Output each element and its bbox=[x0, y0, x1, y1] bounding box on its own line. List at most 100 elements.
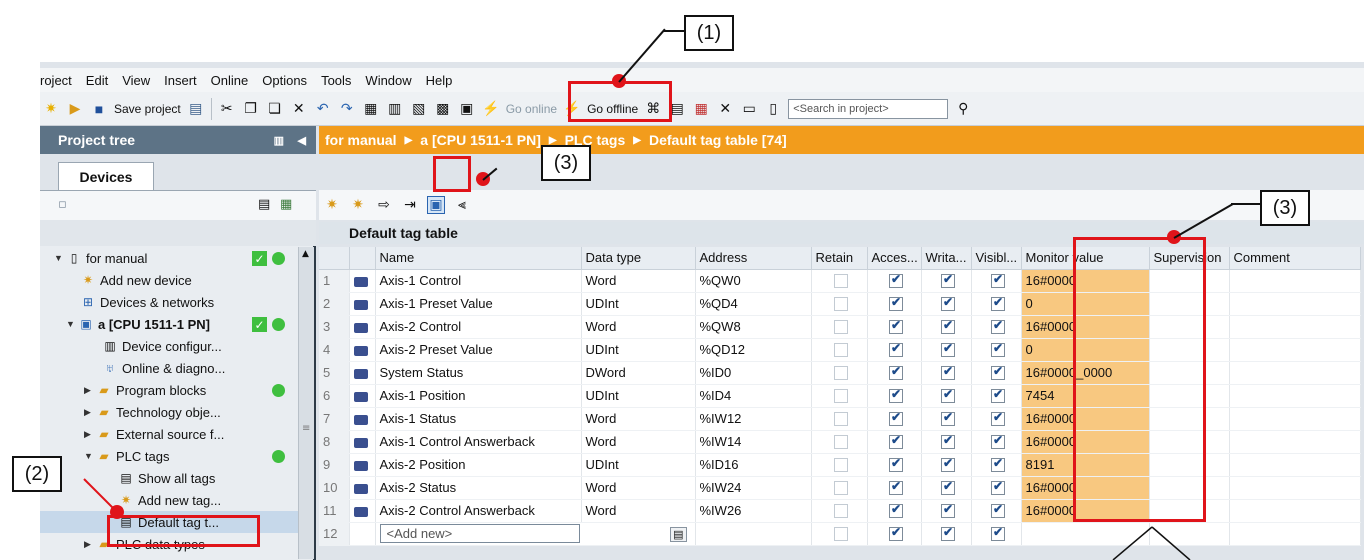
add-row-icon[interactable]: ✷ bbox=[349, 196, 367, 214]
tag-name[interactable]: System Status bbox=[375, 361, 582, 385]
tree-item-plc-tags[interactable]: ▼ ▰ PLC tags bbox=[40, 445, 302, 467]
tag-table-settings-icon[interactable]: ⫷ bbox=[453, 196, 471, 214]
menu-online[interactable]: Online bbox=[211, 73, 249, 88]
tag-address[interactable]: %QW8 bbox=[695, 315, 812, 339]
tree-item-technology-objects[interactable]: ▶ ▰ Technology obje... bbox=[40, 401, 302, 423]
tag-address[interactable]: %ID4 bbox=[695, 384, 812, 408]
tag-address[interactable]: %ID16 bbox=[695, 453, 812, 477]
tag-data-type[interactable]: UDInt bbox=[581, 384, 696, 408]
comment-cell[interactable] bbox=[1229, 315, 1361, 339]
tag-data-type[interactable]: UDInt bbox=[581, 338, 696, 362]
writable-checkbox[interactable] bbox=[941, 341, 955, 358]
menu-project[interactable]: roject bbox=[40, 73, 72, 88]
menu-window[interactable]: Window bbox=[365, 73, 411, 88]
visible-checkbox[interactable] bbox=[991, 433, 1005, 450]
tag-name[interactable]: Axis-1 Control Answerback bbox=[375, 430, 582, 454]
col-header-writable[interactable]: Writa... bbox=[921, 247, 972, 270]
accessible-checkbox[interactable] bbox=[889, 364, 903, 381]
col-header-comment[interactable]: Comment bbox=[1229, 247, 1361, 270]
comment-cell[interactable] bbox=[1229, 269, 1361, 293]
retain-checkbox[interactable] bbox=[834, 320, 848, 335]
retain-checkbox[interactable] bbox=[834, 389, 848, 404]
accessible-checkbox[interactable] bbox=[889, 433, 903, 450]
tag-name[interactable]: Axis-1 Position bbox=[375, 384, 582, 408]
tag-name[interactable]: Axis-2 Position bbox=[375, 453, 582, 477]
accessible-checkbox[interactable] bbox=[889, 410, 903, 427]
overview-icon[interactable]: ▤ bbox=[258, 197, 270, 212]
tree-item-external-source[interactable]: ▶ ▰ External source f... bbox=[40, 423, 302, 445]
tag-picker-icon[interactable]: ▤ bbox=[670, 526, 687, 542]
retain-checkbox[interactable] bbox=[834, 366, 848, 381]
save-project-button[interactable]: Save project bbox=[114, 102, 181, 116]
col-header-data-type[interactable]: Data type bbox=[581, 247, 696, 270]
save-icon[interactable]: ■ bbox=[90, 100, 108, 118]
cut-icon[interactable]: ✂ bbox=[218, 100, 236, 118]
writable-checkbox[interactable] bbox=[941, 295, 955, 312]
visible-checkbox[interactable] bbox=[991, 456, 1005, 473]
collapse-panel-icon[interactable]: ◀ bbox=[298, 134, 306, 147]
split-horizontal-icon[interactable]: ▭ bbox=[740, 100, 758, 118]
expand-arrow-icon[interactable]: ▼ bbox=[84, 451, 96, 461]
tag-name[interactable]: Axis-2 Control bbox=[375, 315, 582, 339]
add-new-row[interactable]: 12 <Add new> ▤ bbox=[319, 522, 1361, 546]
monitor-all-icon[interactable]: ▣ bbox=[427, 196, 445, 214]
tree-item-devices-networks[interactable]: ⊞ Devices & networks bbox=[40, 291, 302, 313]
writable-checkbox[interactable] bbox=[941, 502, 955, 519]
tag-data-type[interactable]: Word bbox=[581, 476, 696, 500]
retain-checkbox[interactable] bbox=[834, 412, 848, 427]
writable-checkbox[interactable] bbox=[941, 364, 955, 381]
accessible-checkbox[interactable] bbox=[889, 502, 903, 519]
menu-view[interactable]: View bbox=[122, 73, 150, 88]
tag-address[interactable]: %IW26 bbox=[695, 499, 812, 523]
overview-detail-icon[interactable]: ▦ bbox=[280, 197, 292, 212]
tag-name[interactable]: Axis-2 Preset Value bbox=[375, 338, 582, 362]
writable-checkbox[interactable] bbox=[941, 272, 955, 289]
tag-name[interactable]: Axis-1 Control bbox=[375, 269, 582, 293]
tag-data-type[interactable]: Word bbox=[581, 499, 696, 523]
writable-checkbox[interactable] bbox=[941, 410, 955, 427]
comment-cell[interactable] bbox=[1229, 384, 1361, 408]
tag-data-type[interactable]: DWord bbox=[581, 361, 696, 385]
comment-cell[interactable] bbox=[1229, 361, 1361, 385]
tag-name[interactable]: Axis-2 Status bbox=[375, 476, 582, 500]
menu-insert[interactable]: Insert bbox=[164, 73, 197, 88]
col-header-accessible[interactable]: Acces... bbox=[867, 247, 922, 270]
insert-row-icon[interactable]: ✷ bbox=[323, 196, 341, 214]
add-new-cell[interactable]: <Add new> ▤ bbox=[375, 522, 696, 546]
accessible-checkbox[interactable] bbox=[889, 318, 903, 335]
visible-checkbox[interactable] bbox=[991, 272, 1005, 289]
tree-item-online-diagnostics[interactable]: ♅ Online & diagno... bbox=[40, 357, 302, 379]
visible-checkbox[interactable] bbox=[991, 364, 1005, 381]
writable-checkbox[interactable] bbox=[941, 433, 955, 450]
visible-checkbox[interactable] bbox=[991, 479, 1005, 496]
new-project-icon[interactable]: ✷ bbox=[42, 100, 60, 118]
tag-data-type[interactable]: Word bbox=[581, 430, 696, 454]
breadcrumb-tag-table[interactable]: Default tag table [74] bbox=[649, 132, 787, 148]
retain-checkbox[interactable] bbox=[834, 504, 848, 519]
tab-devices[interactable]: Devices bbox=[58, 162, 154, 190]
breadcrumb-project[interactable]: for manual bbox=[325, 132, 397, 148]
retain-checkbox[interactable] bbox=[834, 481, 848, 496]
accessible-checkbox[interactable] bbox=[889, 272, 903, 289]
upload-icon[interactable]: ▧ bbox=[410, 100, 428, 118]
tag-data-type[interactable]: Word bbox=[581, 315, 696, 339]
panel-layout-icon[interactable]: ▥ bbox=[274, 134, 284, 147]
retain-checkbox[interactable] bbox=[834, 274, 848, 289]
visible-checkbox[interactable] bbox=[991, 318, 1005, 335]
tag-data-type[interactable]: Word bbox=[581, 407, 696, 431]
accessible-checkbox[interactable] bbox=[889, 479, 903, 496]
search-binoculars-icon[interactable]: ⚲ bbox=[954, 100, 972, 118]
close-editor-icon[interactable]: ✕ bbox=[716, 100, 734, 118]
menu-edit[interactable]: Edit bbox=[86, 73, 108, 88]
delete-icon[interactable]: ✕ bbox=[290, 100, 308, 118]
undo-icon[interactable]: ↶ bbox=[314, 100, 332, 118]
accessible-checkbox[interactable] bbox=[889, 525, 903, 542]
scroll-grip-icon[interactable]: ≡ bbox=[302, 423, 310, 434]
expand-arrow-icon[interactable]: ▼ bbox=[54, 253, 66, 263]
writable-checkbox[interactable] bbox=[941, 387, 955, 404]
tree-item-add-new-tag[interactable]: ✷ Add new tag... bbox=[40, 489, 302, 511]
tag-data-type[interactable]: Word bbox=[581, 269, 696, 293]
visible-checkbox[interactable] bbox=[991, 502, 1005, 519]
visible-checkbox[interactable] bbox=[991, 410, 1005, 427]
go-online-button[interactable]: Go online bbox=[506, 102, 557, 116]
